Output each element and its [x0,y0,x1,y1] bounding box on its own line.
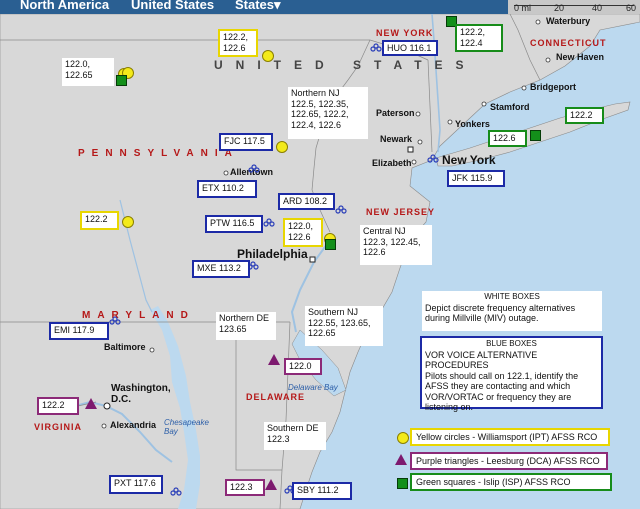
rco-box-mid-yellow[interactable]: 122.2, 122.6 [218,29,258,57]
note-blue-title: BLUE BOXES [486,339,537,348]
legend-purple: Purple triangles - Leesburg (DCA) AFSS R… [410,452,608,470]
purple-triangle-icon [395,454,407,465]
note-blue-boxes: BLUE BOXES VOR VOICE ALTERNATIVE PROCEDU… [420,336,603,412]
scale-label-0: 0 mi [514,3,532,13]
green-square-icon [397,478,408,489]
scale-bar: 0 mi 20 40 60 [508,0,640,14]
alt-box-northern-nj[interactable]: Northern NJ 122.5, 122.35, 122.65, 122.2… [288,87,368,139]
rco-box-nw-yellow[interactable]: 122.0, 122.65 [62,58,114,86]
vor-box-ard[interactable]: ARD 108.2 [278,193,335,210]
vor-box-pxt[interactable]: PXT 117.6 [109,475,163,494]
vor-station-icon [170,487,182,496]
legend-green-text: Green squares - Islip (ISP) AFSS RCO [416,477,571,487]
purple-triangle-icon[interactable] [265,479,277,490]
yellow-circle-icon[interactable] [276,141,288,153]
vor-station-icon [263,218,275,227]
note-white-title: WHITE BOXES [484,292,540,301]
nav-united-states[interactable]: United States [131,0,214,12]
rco-box-de-purple[interactable]: 122.0 [284,358,322,375]
vor-box-huo[interactable]: HUO 116.1 [382,40,438,56]
scale-label-40: 40 [592,3,603,13]
legend-purple-text: Purple triangles - Leesburg (DCA) AFSS R… [416,456,600,466]
rco-box-phl-yellow[interactable]: 122.0, 122.6 [283,218,323,247]
alt-box-southern-nj[interactable]: Southern NJ 122.55, 123.65, 122.65 [305,306,383,346]
purple-triangle-icon[interactable] [268,354,280,365]
vor-station-icon [335,205,347,214]
yellow-circle-icon[interactable] [122,216,134,228]
vor-station-icon [370,43,382,52]
yellow-circle-icon [397,432,409,444]
vor-box-emi[interactable]: EMI 117.9 [49,322,109,340]
purple-triangle-icon[interactable] [85,398,97,409]
vor-box-sby[interactable]: SBY 111.2 [292,482,352,500]
rco-box-sby-purple[interactable]: 122.3 [225,479,265,496]
vor-station-icon [427,154,439,163]
nav-states-dropdown[interactable]: States▾ [235,0,281,13]
vor-box-fjc[interactable]: FJC 117.5 [219,133,273,151]
green-square-icon[interactable] [325,239,336,250]
vor-box-etx[interactable]: ETX 110.2 [197,180,257,198]
legend-yellow-text: Yellow circles - Williamsport (IPT) AFSS… [416,432,598,442]
rco-box-ny-green[interactable]: 122.2, 122.4 [455,24,503,52]
rco-box-ct-green[interactable]: 122.2 [565,107,604,124]
vor-box-mxe[interactable]: MXE 113.2 [192,260,250,278]
note-blue-text: VOR VOICE ALTERNATIVE PROCEDURES Pilots … [425,349,579,413]
note-white-text: Depict discrete frequency alternatives d… [425,302,576,324]
nav-north-america[interactable]: North America [20,0,109,12]
vor-box-jfk[interactable]: JFK 115.9 [447,170,505,187]
legend-green: Green squares - Islip (ISP) AFSS RCO [410,473,612,491]
yellow-circle-icon[interactable] [262,50,274,62]
alt-box-central-nj[interactable]: Central NJ 122.3, 122.45, 122.6 [360,225,432,265]
rco-box-ny-green2[interactable]: 122.6 [488,130,527,147]
vor-station-icon [248,164,260,173]
alt-box-southern-de[interactable]: Southern DE 122.3 [264,422,326,450]
vor-box-ptw[interactable]: PTW 116.5 [205,215,263,233]
scale-label-60: 60 [626,3,637,13]
rco-box-allentown-yellow[interactable]: 122.2 [80,211,119,230]
alt-box-northern-de[interactable]: Northern DE 123.65 [216,312,276,340]
green-square-icon[interactable] [116,75,127,86]
legend-yellow: Yellow circles - Williamsport (IPT) AFSS… [410,428,610,446]
scale-label-20: 20 [554,3,565,13]
vor-station-icon [109,316,121,325]
green-square-icon[interactable] [530,130,541,141]
rco-box-dca-purple[interactable]: 122.2 [37,397,79,415]
note-white-boxes: WHITE BOXES Depict discrete frequency al… [422,291,602,331]
